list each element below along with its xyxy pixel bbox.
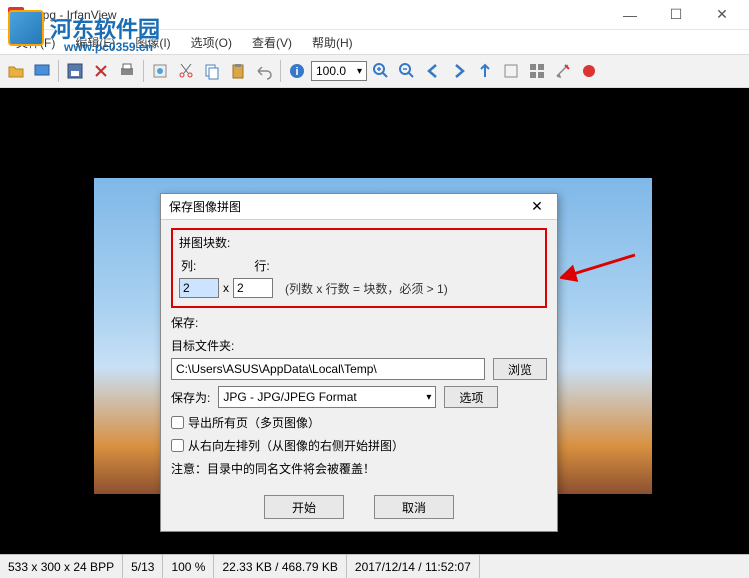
status-date: 2017/12/14 / 11:52:07 xyxy=(347,555,480,578)
chevron-down-icon: ▾ xyxy=(426,392,431,403)
status-size: 22.33 KB / 468.79 KB xyxy=(214,555,346,578)
save-as-label: 保存为: xyxy=(171,389,210,406)
rtl-label: 从右向左排列（从图像的右侧开始拼图） xyxy=(188,437,404,454)
menu-options[interactable]: 选项(O) xyxy=(181,32,242,53)
app-icon xyxy=(8,7,24,23)
export-all-label: 导出所有页（多页图像） xyxy=(188,414,320,431)
next-icon[interactable] xyxy=(447,59,471,83)
overwrite-warning: 注意：目录中的同名文件将会被覆盖！ xyxy=(171,460,547,477)
zoom-out-icon[interactable] xyxy=(395,59,419,83)
menu-view[interactable]: 查看(V) xyxy=(242,32,302,53)
status-dimensions: 533 x 300 x 24 BPP xyxy=(0,555,123,578)
chevron-down-icon: ▾ xyxy=(357,66,362,77)
cols-label: 列: xyxy=(181,257,196,274)
close-button[interactable]: ✕ xyxy=(707,4,737,26)
status-zoom: 100 % xyxy=(163,555,214,578)
mascot-icon[interactable] xyxy=(577,59,601,83)
dialog-title: 保存图像拼图 xyxy=(169,198,525,215)
save-group-label: 保存: xyxy=(171,314,547,331)
x-separator: x xyxy=(223,281,229,295)
options-button[interactable]: 选项 xyxy=(444,386,498,408)
tiles-group-label: 拼图块数: xyxy=(179,234,539,251)
zoom-in-icon[interactable] xyxy=(369,59,393,83)
title-bar: 3.jpg - IrfanView — ☐ ✕ xyxy=(0,0,749,30)
save-tiles-dialog: 保存图像拼图 ✕ 拼图块数: 列: 行: x (列数 x 行数 = 块数，必须 … xyxy=(160,193,558,532)
info-icon[interactable]: i xyxy=(285,59,309,83)
print-icon[interactable] xyxy=(115,59,139,83)
toolbar: i 100.0 ▾ xyxy=(0,54,749,88)
slideshow-icon[interactable] xyxy=(30,59,54,83)
format-select[interactable]: JPG - JPG/JPEG Format ▾ xyxy=(218,386,436,408)
save-icon[interactable] xyxy=(63,59,87,83)
delete-icon[interactable] xyxy=(89,59,113,83)
maximize-button[interactable]: ☐ xyxy=(661,4,691,26)
minimize-button[interactable]: — xyxy=(615,4,645,26)
next-dir-icon[interactable] xyxy=(499,59,523,83)
copy-icon[interactable] xyxy=(200,59,224,83)
browse-button[interactable]: 浏览 xyxy=(493,358,547,380)
cut-icon[interactable] xyxy=(174,59,198,83)
target-folder-input[interactable] xyxy=(171,358,485,380)
target-folder-label: 目标文件夹: xyxy=(171,337,547,354)
tiles-highlight: 拼图块数: 列: 行: x (列数 x 行数 = 块数，必须 > 1) xyxy=(171,228,547,308)
status-bar: 533 x 300 x 24 BPP 5/13 100 % 22.33 KB /… xyxy=(0,554,749,578)
menu-image[interactable]: 图像(I) xyxy=(125,32,180,53)
settings-icon[interactable] xyxy=(551,59,575,83)
export-all-checkbox[interactable] xyxy=(171,416,184,429)
menu-file[interactable]: 文件(F) xyxy=(6,32,65,53)
dialog-titlebar: 保存图像拼图 ✕ xyxy=(161,194,557,220)
rows-label: 行: xyxy=(254,257,269,274)
status-page: 5/13 xyxy=(123,555,163,578)
rtl-checkbox[interactable] xyxy=(171,439,184,452)
format-value: JPG - JPG/JPEG Format xyxy=(223,390,356,404)
thumbnails-icon[interactable] xyxy=(525,59,549,83)
scan-icon[interactable] xyxy=(148,59,172,83)
open-icon[interactable] xyxy=(4,59,28,83)
menu-bar: 文件(F) 编辑(E) 图像(I) 选项(O) 查看(V) 帮助(H) xyxy=(0,30,749,54)
undo-icon[interactable] xyxy=(252,59,276,83)
menu-edit[interactable]: 编辑(E) xyxy=(65,32,125,53)
tiles-hint: (列数 x 行数 = 块数，必须 > 1) xyxy=(285,280,448,297)
dialog-close-button[interactable]: ✕ xyxy=(525,197,549,217)
window-title: 3.jpg - IrfanView xyxy=(30,8,615,22)
prev-icon[interactable] xyxy=(421,59,445,83)
start-button[interactable]: 开始 xyxy=(264,495,344,519)
zoom-value: 100.0 xyxy=(316,64,346,78)
cols-input[interactable] xyxy=(179,278,219,298)
menu-help[interactable]: 帮助(H) xyxy=(302,32,363,53)
paste-icon[interactable] xyxy=(226,59,250,83)
prev-dir-icon[interactable] xyxy=(473,59,497,83)
window-controls: — ☐ ✕ xyxy=(615,4,737,26)
cancel-button[interactable]: 取消 xyxy=(374,495,454,519)
rows-input[interactable] xyxy=(233,278,273,298)
zoom-combo[interactable]: 100.0 ▾ xyxy=(311,61,367,81)
svg-text:i: i xyxy=(295,66,298,78)
